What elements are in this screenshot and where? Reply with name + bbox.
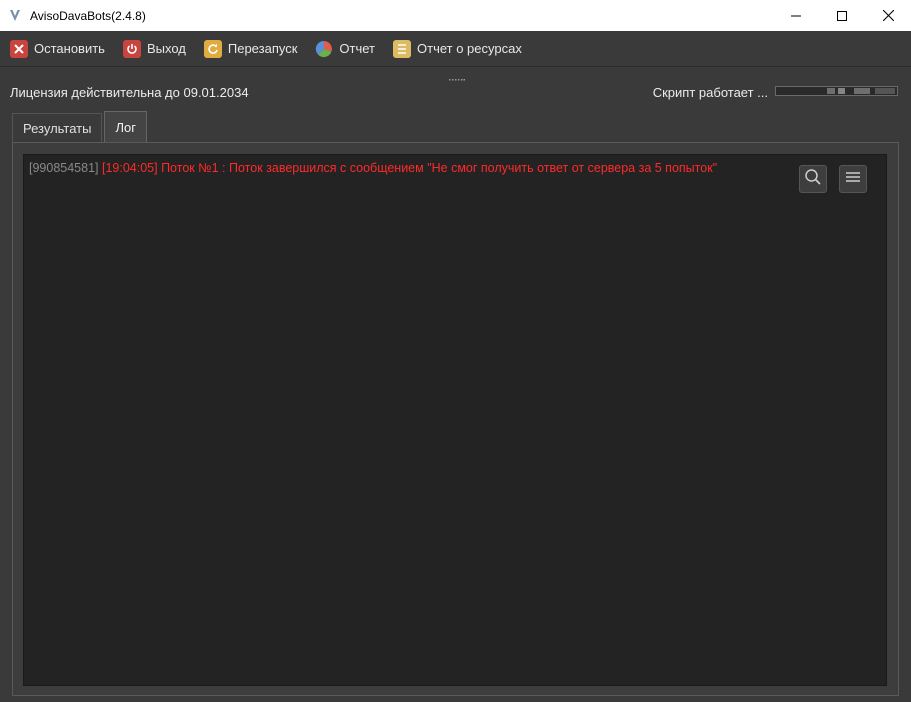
hamburger-menu-icon [845,170,861,189]
resource-report-button[interactable]: Отчет о ресурсах [393,36,522,62]
restart-button[interactable]: Перезапуск [203,36,298,62]
stop-button[interactable]: Остановить [10,36,105,62]
log-search-button[interactable] [799,165,827,193]
exit-label: Выход [146,41,186,56]
minimize-button[interactable] [773,0,819,31]
report-label: Отчет [339,41,375,56]
tab-results[interactable]: Результаты [12,113,103,142]
script-status: Скрипт работает ... [652,85,768,100]
license-status: Лицензия действительна до 09.01.2034 [10,85,249,100]
close-button[interactable] [865,0,911,31]
restart-label: Перезапуск [227,41,298,56]
maximize-button[interactable] [819,0,865,31]
search-icon [804,168,822,191]
stop-label: Остановить [34,41,105,56]
log-menu-button[interactable] [839,165,867,193]
tab-log[interactable]: Лог [104,111,147,142]
log-line-message: [19:04:05] Поток №1 : Поток завершился с… [102,161,718,175]
list-icon [393,39,411,58]
log-panel: [990854581] [19:04:05] Поток №1 : Поток … [12,142,899,696]
log-line: [990854581] [19:04:05] Поток №1 : Поток … [29,161,717,175]
stop-icon [10,39,28,58]
toolbar: Остановить Выход Перезапуск Отчет Отчет … [0,31,911,67]
exit-button[interactable]: Выход [122,36,186,62]
tab-results-label: Результаты [23,120,92,136]
title-bar: AvisoDavaBots(2.4.8) [0,0,911,31]
power-icon [122,39,141,58]
window-title: AvisoDavaBots(2.4.8) [30,8,146,23]
activity-progress-bar [775,86,898,96]
pie-chart-icon [315,40,333,58]
restart-icon [203,39,222,58]
log-line-id: [990854581] [29,161,99,175]
log-view[interactable]: [990854581] [19:04:05] Поток №1 : Поток … [23,154,887,686]
tab-bar: Результаты Лог [12,111,149,143]
resource-report-label: Отчет о ресурсах [417,41,522,56]
report-button[interactable]: Отчет [315,36,375,62]
tab-log-label: Лог [115,119,136,135]
app-logo-icon [8,9,22,23]
